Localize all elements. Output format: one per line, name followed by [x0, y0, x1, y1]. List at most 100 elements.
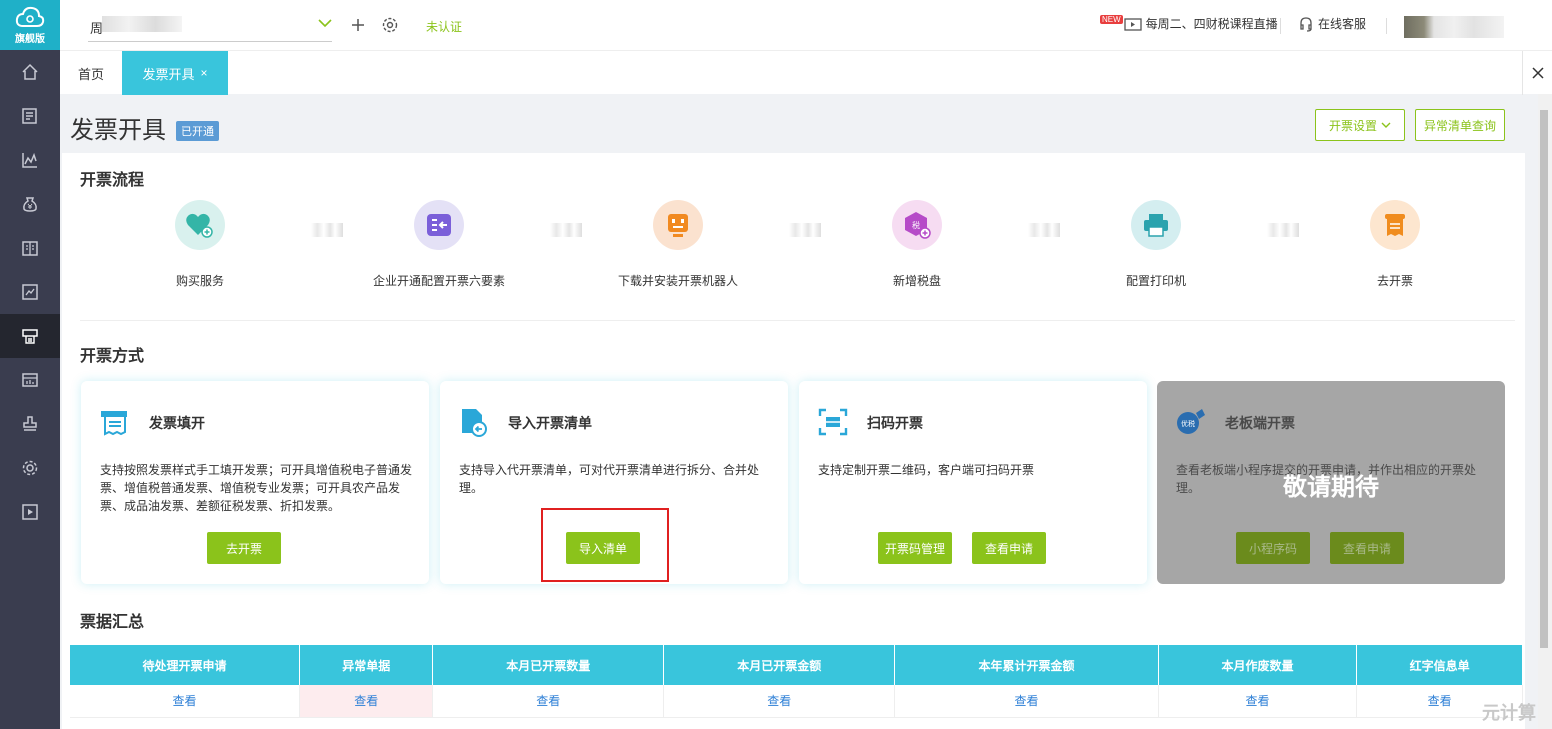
- scan-icon: [818, 408, 848, 436]
- view-link[interactable]: 查看: [70, 685, 301, 718]
- invoice-printer-icon: [22, 329, 38, 344]
- watermark: 元计算: [1482, 703, 1536, 723]
- headset-icon: [1300, 16, 1312, 32]
- sidebar-item-finance[interactable]: [0, 182, 60, 226]
- invoice-form-icon: [101, 411, 127, 436]
- tab-invoice-issue[interactable]: 发票开具 ×: [122, 51, 228, 95]
- invoice-settings-button[interactable]: 开票设置: [1315, 109, 1405, 141]
- view-link[interactable]: 查看: [432, 685, 665, 718]
- step-connector: [550, 223, 582, 237]
- step-icon-bg: [175, 200, 225, 250]
- sidebar-item-settings[interactable]: [0, 446, 60, 490]
- step-configure-printer: 配置打印机: [1076, 200, 1236, 289]
- live-course-link[interactable]: NEW 每周二、四财税课程直播: [1100, 15, 1278, 32]
- tab-home-label: 首页: [77, 66, 104, 82]
- chevron-down-icon: [318, 19, 332, 28]
- step-configure-elements: 企业开通配置开票六要素: [359, 200, 519, 289]
- video-icon: [22, 504, 38, 520]
- step-label: 新增税盘: [892, 274, 941, 288]
- view-link[interactable]: 查看: [299, 685, 434, 718]
- step-label: 配置打印机: [1125, 274, 1186, 288]
- close-icon: [1531, 67, 1544, 79]
- company-select[interactable]: 周: [88, 10, 332, 42]
- view-link[interactable]: 查看: [663, 685, 896, 718]
- step-connector: [1028, 223, 1060, 237]
- gear-icon: [22, 460, 38, 476]
- sidebar-item-stamp[interactable]: [0, 402, 60, 446]
- step-label: 购买服务: [175, 274, 224, 288]
- step-connector: [1267, 223, 1299, 237]
- step-connector: [789, 223, 821, 237]
- section-divider: [80, 320, 1515, 321]
- import-file-icon: [462, 409, 487, 437]
- robot-icon: [668, 214, 688, 237]
- mini-program-code-button: 小程序码: [1236, 532, 1310, 564]
- card-title: 发票填开: [149, 415, 205, 431]
- verification-status[interactable]: 未认证: [426, 18, 462, 35]
- table-row: 查看 查看 查看 查看 查看 查看 查看: [70, 685, 1523, 718]
- company-name-redacted: [102, 16, 182, 32]
- view-requests-button[interactable]: 查看申请: [972, 532, 1046, 564]
- step-icon-bg: [1370, 200, 1420, 250]
- view-link[interactable]: 查看: [1158, 685, 1358, 718]
- go-invoice-button[interactable]: 去开票: [207, 532, 281, 564]
- sidebar-item-ledger[interactable]: [0, 226, 60, 270]
- sidebar-item-invoices[interactable]: [0, 94, 60, 138]
- youshui-logo-text: 优税: [1181, 419, 1195, 428]
- sidebar-item-analysis[interactable]: [0, 138, 60, 182]
- close-all-tabs-button[interactable]: [1522, 51, 1552, 95]
- card-description: 支持按照发票样式手工填开发票；可开具增值税电子普通发票、增值税普通发票、增值税专…: [100, 463, 413, 513]
- tab-bar: 首页 发票开具 ×: [60, 50, 1552, 95]
- cloud-logo-icon: [15, 6, 45, 27]
- online-service-link[interactable]: 在线客服: [1298, 15, 1366, 32]
- invoice-code-manage-button[interactable]: 开票码管理: [878, 532, 952, 564]
- tax-disk-icon: 税: [905, 212, 931, 239]
- sidebar-item-report[interactable]: [0, 270, 60, 314]
- sidebar-item-home[interactable]: [0, 50, 60, 94]
- app-logo[interactable]: 旗舰版: [0, 0, 60, 50]
- company-settings-button[interactable]: [380, 15, 400, 35]
- ledger-icon: [22, 241, 38, 256]
- close-tab-icon[interactable]: ×: [201, 66, 208, 80]
- column-header: 待处理开票申请: [70, 645, 301, 685]
- config-arrow-icon: [427, 214, 451, 236]
- add-company-button[interactable]: [348, 15, 368, 35]
- step-buy-service: 购买服务: [120, 200, 280, 289]
- tab-home[interactable]: 首页: [60, 51, 122, 95]
- card-description: 支持定制开票二维码，客户端可扫码开票: [818, 463, 1035, 477]
- column-header: 本月已开票金额: [663, 645, 896, 685]
- scrollbar-thumb[interactable]: [1540, 110, 1548, 648]
- card-manual-invoice: 发票填开 支持按照发票样式手工填开发票；可开具增值税电子普通发票、增值税普通发票…: [81, 381, 429, 584]
- summary-section-title: 票据汇总: [80, 614, 145, 631]
- youshui-logo-icon: 优税: [1177, 409, 1205, 434]
- live-course-text: 每周二、四财税课程直播: [1145, 17, 1278, 31]
- card-boss-invoice: 优税 老板端开票 查看老板端小程序提交的开票申请，并作出相应的开票处理。 敬请期…: [1157, 381, 1505, 584]
- column-header: 本月已开票数量: [432, 645, 665, 685]
- card-title: 导入开票清单: [508, 415, 592, 431]
- view-link[interactable]: 查看: [894, 685, 1159, 718]
- heart-plus-icon: [186, 213, 213, 238]
- sidebar: 旗舰版: [0, 0, 60, 729]
- card-title: 老板端开票: [1225, 415, 1295, 431]
- sidebar-item-video[interactable]: [0, 490, 60, 534]
- card-title: 扫码开票: [867, 415, 923, 431]
- dashboard-icon: [22, 373, 38, 387]
- page-title: 发票开具: [70, 117, 166, 144]
- user-profile-redacted[interactable]: [1404, 16, 1504, 38]
- coming-soon-overlay: 敬请期待: [1283, 474, 1379, 501]
- card-scan-invoice: 扫码开票 支持定制开票二维码，客户端可扫码开票 开票码管理 查看申请: [799, 381, 1147, 584]
- methods-section-title: 开票方式: [80, 348, 145, 365]
- sidebar-item-dashboard[interactable]: [0, 358, 60, 402]
- step-icon-bg: [1131, 200, 1181, 250]
- scrollbar[interactable]: [1538, 94, 1552, 729]
- money-bag-icon: [23, 197, 37, 212]
- sidebar-item-invoice-issue[interactable]: [0, 314, 60, 358]
- step-label: 下载并安装开票机器人: [617, 274, 738, 288]
- receipt-icon: [1385, 214, 1405, 236]
- step-install-robot: 下载并安装开票机器人: [598, 200, 758, 289]
- chart-icon: [22, 152, 37, 168]
- abnormal-list-button[interactable]: 异常清单查询: [1415, 109, 1505, 141]
- step-issue-invoice[interactable]: 去开票: [1315, 200, 1475, 289]
- step-connector: [311, 223, 343, 237]
- invoice-settings-label: 开票设置: [1328, 118, 1377, 133]
